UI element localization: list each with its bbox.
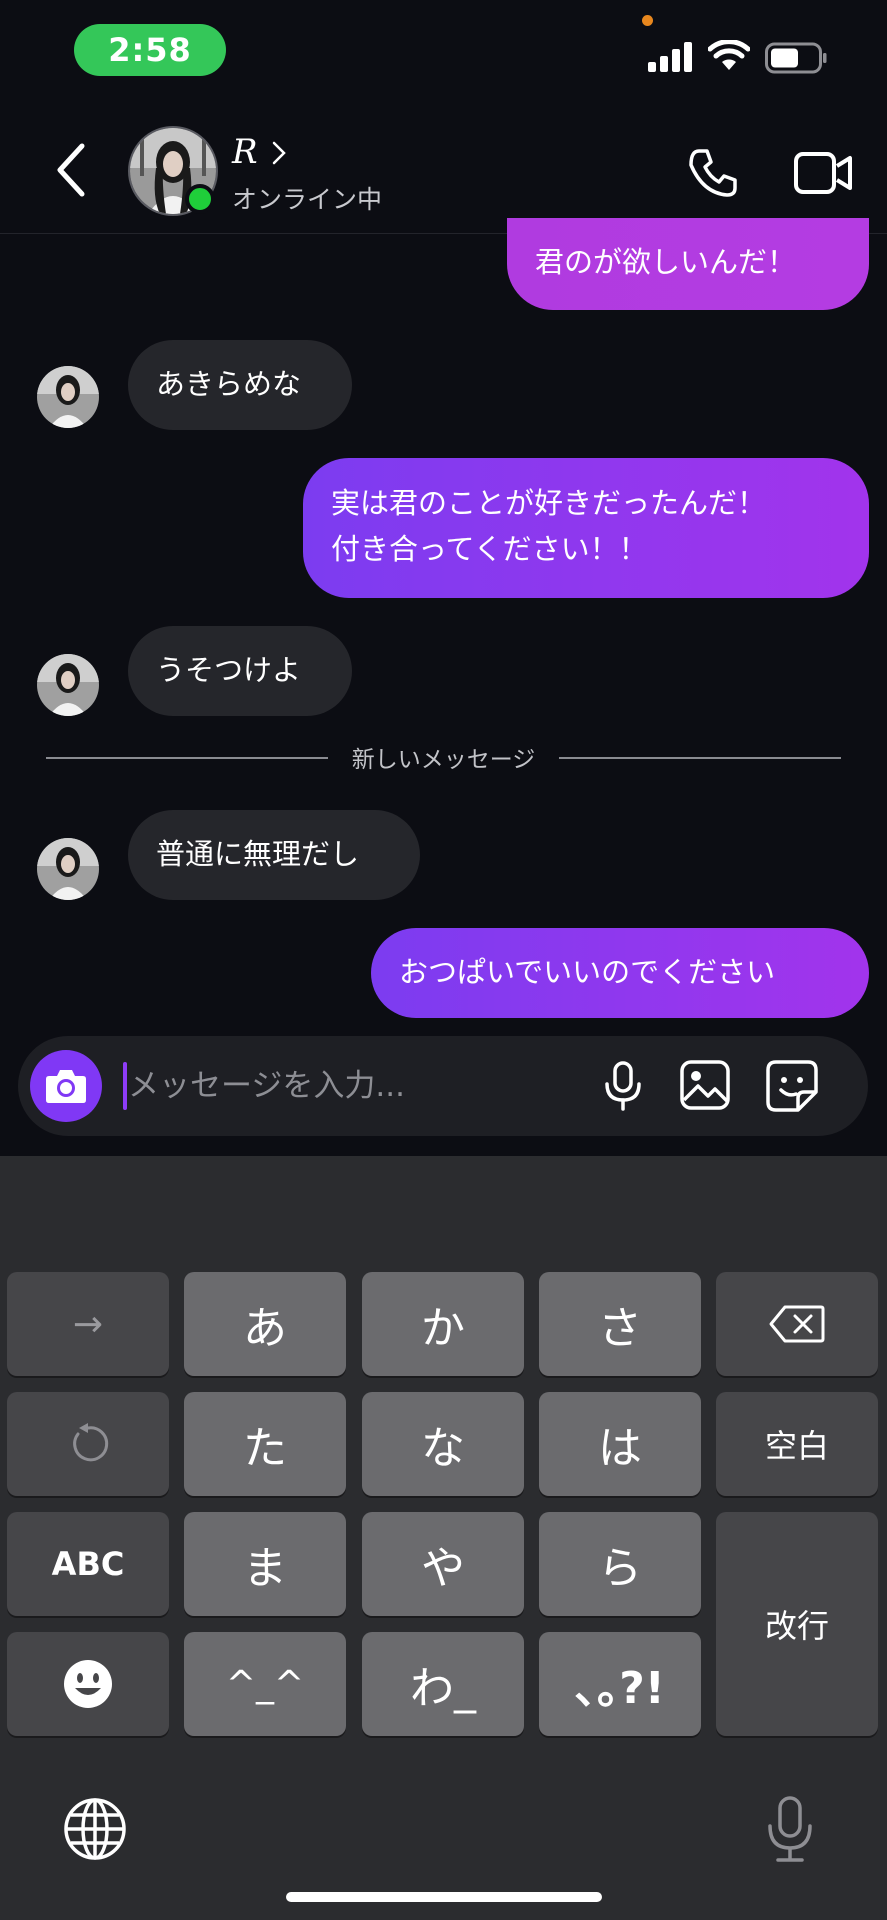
dictation-mic-icon[interactable] [762, 1794, 818, 1864]
undo-icon [73, 1423, 109, 1462]
key-punctuation[interactable]: ､｡?! [539, 1632, 701, 1736]
microphone-button[interactable] [596, 1059, 650, 1113]
key-arrow-right-label: → [72, 1303, 104, 1345]
outgoing-message[interactable]: おつぱいでいいのでください [371, 928, 869, 1018]
sender-avatar[interactable] [37, 366, 99, 428]
outgoing-message[interactable]: 君のが欲しいんだ！ [507, 218, 869, 310]
mic-in-use-indicator [642, 15, 653, 26]
sender-avatar[interactable] [37, 654, 99, 716]
key-arrow-right[interactable]: → [7, 1272, 169, 1376]
camera-button[interactable] [30, 1050, 102, 1122]
key-label: 改行 [764, 1607, 829, 1645]
text-cursor [123, 1062, 127, 1110]
voice-call-button[interactable] [685, 145, 741, 201]
key-label: ､｡?! [575, 1663, 665, 1714]
battery-icon [765, 42, 827, 74]
message-text-line: 実は君のことが好きだったんだ！ [331, 486, 767, 520]
contact-name[interactable]: R [232, 132, 258, 172]
sticker-button[interactable] [764, 1058, 820, 1114]
avatar-photo [37, 366, 99, 428]
key-ha[interactable]: は [539, 1392, 701, 1496]
key-return[interactable]: 改行 [716, 1512, 878, 1736]
key-a[interactable]: あ [184, 1272, 346, 1376]
key-label: さ [598, 1303, 642, 1354]
message-text: あきらめな [156, 367, 302, 401]
chevron-right-icon[interactable] [270, 140, 288, 166]
sender-avatar[interactable] [37, 838, 99, 900]
key-label: ま [243, 1543, 287, 1594]
message-text: 普通に無理だし [156, 837, 360, 871]
home-indicator[interactable] [286, 1892, 602, 1902]
key-ya[interactable]: や [362, 1512, 524, 1616]
key-label: ABC [51, 1545, 125, 1583]
key-label: た [243, 1423, 287, 1474]
key-label: か [421, 1303, 465, 1354]
key-label: は [598, 1423, 642, 1474]
gallery-button[interactable] [678, 1058, 732, 1112]
cellular-signal-icon [648, 42, 692, 72]
key-label: や [421, 1543, 465, 1594]
message-text-line: 付き合ってください！！ [331, 532, 648, 566]
key-label: わ_ [410, 1663, 476, 1714]
divider-line [559, 757, 841, 759]
incoming-message[interactable]: あきらめな [128, 340, 352, 430]
key-ra[interactable]: ら [539, 1512, 701, 1616]
globe-icon[interactable] [62, 1796, 128, 1862]
key-emoji[interactable] [7, 1632, 169, 1736]
message-text: 君のが欲しいんだ！ [535, 245, 797, 279]
wifi-icon [708, 40, 750, 70]
key-undo[interactable] [7, 1392, 169, 1496]
incoming-message[interactable]: 普通に無理だし [128, 810, 420, 900]
key-label: 空白 [764, 1427, 829, 1465]
key-label: ^_^ [225, 1663, 305, 1705]
emoji-icon [64, 1660, 112, 1708]
new-messages-divider: 新しいメッセージ [46, 740, 841, 776]
key-label: な [421, 1423, 465, 1474]
avatar-photo [37, 654, 99, 716]
key-abc[interactable]: ABC [7, 1512, 169, 1616]
message-text: うそつけよ [156, 653, 302, 687]
key-kaomoji[interactable]: ^_^ [184, 1632, 346, 1736]
message-input[interactable] [128, 1058, 478, 1114]
camera-icon [46, 1070, 86, 1103]
contact-online-status: オンライン中 [232, 185, 383, 214]
message-composer [18, 1036, 868, 1136]
back-button[interactable] [50, 140, 94, 200]
key-na[interactable]: な [362, 1392, 524, 1496]
status-bar: 2:58 [0, 0, 887, 110]
key-label: ら [598, 1543, 642, 1594]
video-call-button[interactable] [793, 148, 853, 198]
incoming-message[interactable]: うそつけよ [128, 626, 352, 716]
japanese-kana-keyboard: → あ か さ た な は 空白 ABC ま や ら 改行 ^_^ わ_ ､｡?… [0, 1156, 887, 1920]
delete-icon [769, 1305, 825, 1343]
chat-header: R オンライン中 [0, 110, 887, 234]
status-time: 2:58 [74, 24, 226, 76]
key-delete[interactable] [716, 1272, 878, 1376]
key-sa[interactable]: さ [539, 1272, 701, 1376]
key-ma[interactable]: ま [184, 1512, 346, 1616]
online-status-dot [185, 184, 215, 214]
key-space[interactable]: 空白 [716, 1392, 878, 1496]
key-ta[interactable]: た [184, 1392, 346, 1496]
outgoing-message[interactable]: 実は君のことが好きだったんだ！ 付き合ってください！！ [303, 458, 869, 598]
message-text: おつぱいでいいのでください [399, 955, 776, 989]
key-wa[interactable]: わ_ [362, 1632, 524, 1736]
key-ka[interactable]: か [362, 1272, 524, 1376]
avatar-photo [37, 838, 99, 900]
key-label: あ [243, 1303, 287, 1354]
